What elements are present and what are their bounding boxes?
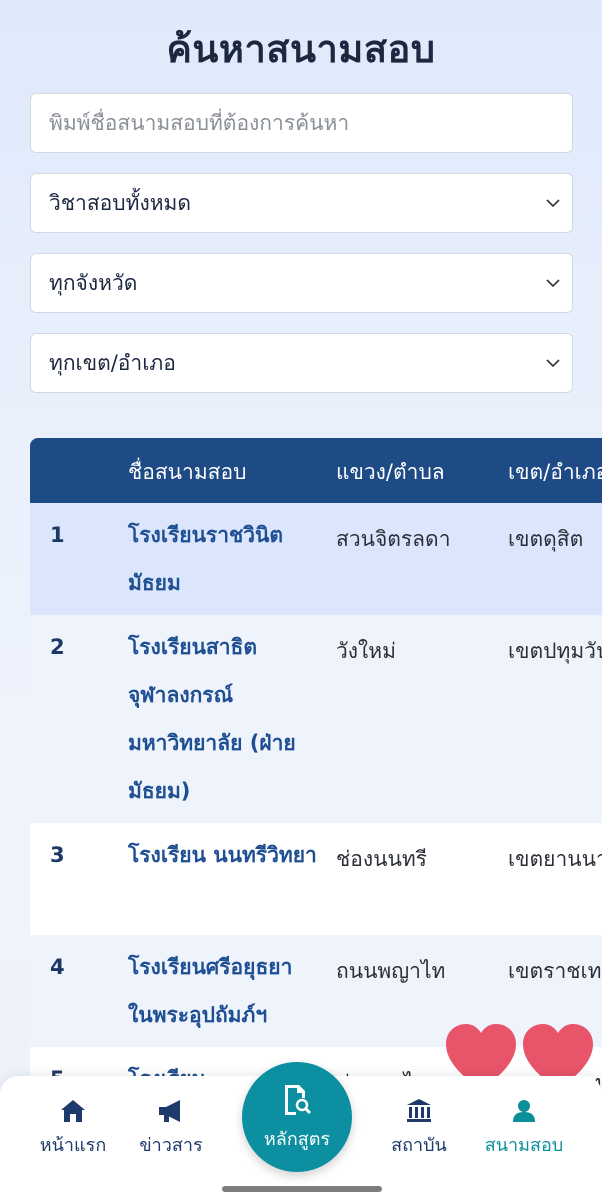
header-subdistrict: แขวง/ตำบล — [336, 460, 445, 484]
search-input[interactable]: พิมพ์ชื่อสนามสอบที่ต้องการค้นหา — [30, 93, 573, 153]
nav-news-label: ข่าวสาร — [139, 1135, 203, 1156]
table-row[interactable]: 2 โรงเรียนสาธิต จุฬาลงกรณ์ มหาวิทยาลัย (… — [30, 615, 602, 823]
row-number: 2 — [50, 635, 65, 659]
nav-home[interactable]: หน้าแรก — [36, 1098, 110, 1159]
table-header: ชื่อสนามสอบ แขวง/ตำบล เขต/อำเภอ — [30, 438, 602, 503]
subject-select[interactable]: วิชาสอบทั้งหมด — [30, 173, 573, 233]
row-district: เขตปทุมวัน — [508, 639, 602, 663]
row-number: 4 — [50, 955, 65, 979]
table-row[interactable]: 1 โรงเรียนราชวินิต มัธยม สวนจิตรลดา เขตด… — [30, 503, 602, 615]
megaphone-icon — [159, 1100, 180, 1122]
row-site-name[interactable]: โรงเรียนราชวินิต มัธยม — [128, 511, 318, 607]
district-select[interactable]: ทุกเขต/อำเภอ — [30, 333, 573, 393]
nav-institutions[interactable]: สถาบัน — [382, 1098, 456, 1159]
search-placeholder: พิมพ์ชื่อสนามสอบที่ต้องการค้นหา — [49, 110, 350, 135]
page-title: ค้นหาสนามสอบ — [166, 27, 436, 71]
row-district: เขตยานนาว — [508, 847, 602, 871]
home-icon — [61, 1100, 85, 1122]
document-search-icon — [285, 1085, 312, 1115]
person-icon — [513, 1100, 535, 1122]
chevron-down-icon — [546, 359, 560, 368]
nav-home-label: หน้าแรก — [39, 1135, 107, 1156]
row-district: เขตราชเทวี — [508, 959, 602, 983]
home-indicator — [222, 1186, 382, 1192]
row-site-name[interactable]: โรงเรียน นนทรีวิทยา — [128, 831, 318, 879]
province-select-value: ทุกจังหวัด — [49, 270, 138, 295]
row-site-name[interactable]: โรงเรียนศรีอยุธยา ในพระอุปถัมภ์ฯ — [128, 943, 318, 1039]
table-row[interactable]: 3 โรงเรียน นนทรีวิทยา ช่องนนทรี เขตยานนา… — [30, 823, 602, 935]
row-number: 3 — [50, 843, 65, 867]
courses-button-label: หลักสูตร — [263, 1129, 331, 1150]
row-subdistrict: สวนจิตรลดา — [336, 527, 451, 551]
row-subdistrict: วังใหม่ — [336, 639, 396, 663]
nav-news[interactable]: ข่าวสาร — [134, 1098, 208, 1159]
province-select[interactable]: ทุกจังหวัด — [30, 253, 573, 313]
chevron-down-icon — [546, 199, 560, 208]
district-select-value: ทุกเขต/อำเภอ — [49, 350, 176, 375]
row-subdistrict: ช่องนนทรี — [336, 847, 427, 871]
courses-button[interactable]: หลักสูตร — [242, 1062, 352, 1172]
row-site-name[interactable]: โรงเรียนสาธิต จุฬาลงกรณ์ มหาวิทยาลัย (ฝ่… — [128, 623, 318, 815]
nav-exam-sites-label: สนามสอบ — [484, 1135, 564, 1156]
nav-exam-sites[interactable]: สนามสอบ — [484, 1098, 564, 1159]
header-district: เขต/อำเภอ — [508, 460, 602, 484]
bank-icon — [407, 1099, 431, 1122]
row-number: 1 — [50, 523, 65, 547]
row-district: เขตดุสิต — [508, 527, 584, 551]
subject-select-value: วิชาสอบทั้งหมด — [49, 190, 192, 215]
row-subdistrict: ถนนพญาไท — [336, 959, 446, 983]
chevron-down-icon — [546, 279, 560, 288]
header-name: ชื่อสนามสอบ — [128, 460, 247, 484]
nav-institutions-label: สถาบัน — [391, 1135, 447, 1156]
